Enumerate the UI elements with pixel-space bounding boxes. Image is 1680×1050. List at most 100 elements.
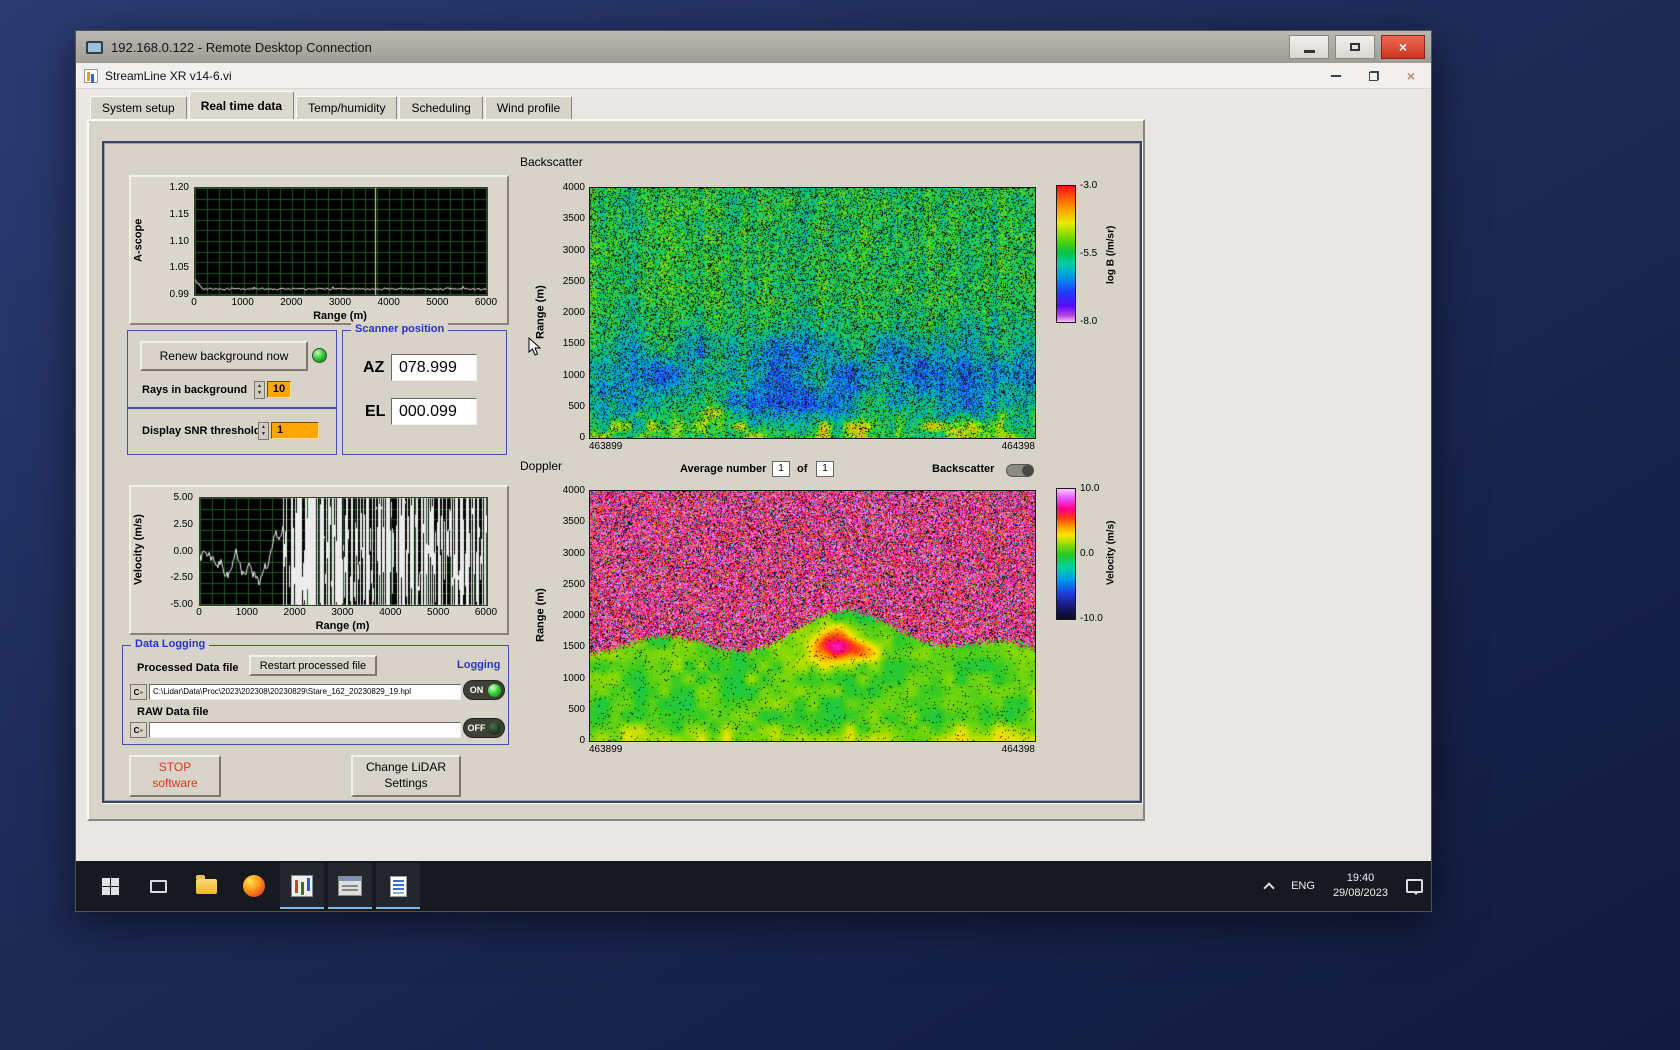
tick-label: 4000 [562,182,585,193]
on-label: ON [469,685,484,695]
tick-label: -8.0 [1080,316,1098,327]
notification-center-icon[interactable] [1406,879,1423,895]
tab-real-time-data[interactable]: Real time data [188,91,295,119]
remote-desktop: StreamLine XR v14-6.vi × System setup Re… [76,63,1431,911]
folder-icon: ▸ [140,689,144,696]
velocity-plot-group: Velocity (m/s) Range (m) 5.00 2.50 0.00 -2.… [129,485,509,635]
data-logging-box: Data Logging Processed Data file Restart… [122,638,509,745]
tick-label: 0 [579,432,585,443]
doppler-heatmap [589,490,1036,742]
processed-logging-toggle[interactable]: ON [463,680,505,700]
tab-temp-humidity[interactable]: Temp/humidity [296,96,398,119]
rdp-maximize-button[interactable] [1335,35,1375,59]
tick-label: 4000 [379,607,402,618]
average-number-label: Average number [680,463,767,475]
text-editor-button[interactable] [376,863,420,909]
firefox-button[interactable] [232,863,276,909]
streamline-app-icon [291,875,313,897]
spinner-up-icon[interactable]: ▲ [257,383,262,390]
scanner-position-box: Scanner position AZ 078.999 EL 000.099 [342,323,507,455]
led-off-icon [488,721,501,735]
spinner-down-icon[interactable]: ▼ [261,431,266,438]
spinner-down-icon[interactable]: ▼ [257,390,262,397]
stop-line1: STOP [158,760,192,775]
tick-label: 3000 [562,547,585,559]
minimize-icon [1303,50,1315,53]
backsc atter-toggle[interactable] [1006,464,1034,477]
average-number-field[interactable]: 1 [772,461,790,477]
tab-wind-profile[interactable]: Wind profile [484,96,573,119]
windows-logo-icon [101,877,119,895]
raw-path-field[interactable] [149,722,461,738]
doppler-x-start: 463899 [589,744,623,755]
velocity-xaxis-label: Range (m) [315,620,370,632]
tick-label: 5000 [427,607,450,618]
labview-app-icon [84,68,98,83]
app-close-icon[interactable]: × [1407,69,1415,83]
tray-expand-icon[interactable] [1263,882,1275,894]
change-lidar-settings-button[interactable]: Change LiDAR Settings [351,755,461,797]
rdp-minimize-button[interactable] [1289,35,1329,59]
doppler-colorbar [1056,488,1076,620]
raw-data-file-label: RAW Data file [137,706,209,718]
tick-label: 10.0 [1080,483,1100,494]
maximize-icon [1350,43,1360,51]
renew-led-icon [312,348,327,363]
spinner-up-icon[interactable]: ▲ [261,424,266,431]
rays-in-background-field[interactable]: 10 [267,381,291,398]
raw-path-browse-button[interactable]: C ▸ [130,722,147,738]
velocity-plot [199,497,488,606]
az-field[interactable]: 078.999 [391,354,477,381]
language-indicator[interactable]: ENG [1291,880,1315,892]
mouse-cursor [528,337,541,356]
renew-background-button[interactable]: Renew background now [140,341,308,371]
task-view-button[interactable] [136,863,180,909]
rdp-close-button[interactable]: × [1381,35,1425,59]
tick-label: 1.10 [169,235,189,247]
stop-software-button[interactable]: STOP software [129,755,221,797]
tick-label: 1.05 [169,262,189,274]
rdp-title: 192.168.0.122 - Remote Desktop Connectio… [111,39,372,55]
tick-label: 500 [568,703,585,715]
tab-system-setup[interactable]: System setup [90,96,187,119]
clock-date: 29/08/2023 [1332,887,1388,899]
tick-label: 1000 [231,297,254,308]
tick-label: 4000 [562,485,585,496]
tick-label: -3.0 [1080,180,1098,191]
tick-label: 3500 [562,516,585,528]
app-restore-icon[interactable] [1368,71,1379,81]
snr-spinner[interactable]: ▲ ▼ [258,422,269,440]
restart-processed-file-button[interactable]: Restart processed file [249,655,377,676]
toggle-knob-icon [1022,465,1033,476]
rdp-titlebar[interactable]: 192.168.0.122 - Remote Desktop Connectio… [76,31,1431,63]
el-field[interactable]: 000.099 [391,398,477,425]
folder-icon: ▸ [140,727,144,734]
ascope-axis-label: A-scope [132,218,145,262]
snr-threshold-box: Display SNR threshold ▲ ▼ 1 [127,408,337,455]
taskbar: ENG 19:40 29/08/2023 [76,861,1431,911]
tab-bar: System setup Real time data Temp/humidit… [76,89,1431,119]
app-titlebar[interactable]: StreamLine XR v14-6.vi × [76,63,1431,89]
backscatter-x-end: 464398 [1001,441,1035,452]
az-label: AZ [363,359,385,376]
average-of-field[interactable]: 1 [816,461,834,477]
scan-scheduler-button[interactable] [328,863,372,909]
streamline-app-button[interactable] [280,863,324,909]
rdp-computer-icon [86,40,103,54]
file-explorer-button[interactable] [184,863,228,909]
logging-label: Logging [457,659,501,671]
processed-path-field[interactable]: C:\Lidar\Data\Proc\2023\202308\20230829\… [149,684,461,700]
tab-scheduling[interactable]: Scheduling [399,96,483,119]
scanner-position-title: Scanner position [351,323,449,335]
instrument-panel: A-scope Range (m) 1.20 1.15 1.10 1.05 0.99 0 1… [102,141,1142,803]
start-button[interactable] [88,863,132,909]
snr-threshold-field[interactable]: 1 [271,422,319,439]
tick-label: 3000 [328,297,352,308]
app-minimize-icon[interactable] [1330,75,1341,77]
rays-spinner[interactable]: ▲ ▼ [254,381,265,399]
doppler-x-end: 464398 [1001,744,1035,755]
clock[interactable]: 19:40 29/08/2023 [1333,871,1388,901]
processed-path-browse-button[interactable]: C ▸ [130,684,147,700]
raw-logging-toggle[interactable]: OFF [463,718,505,738]
tick-label: 2500 [562,578,585,590]
